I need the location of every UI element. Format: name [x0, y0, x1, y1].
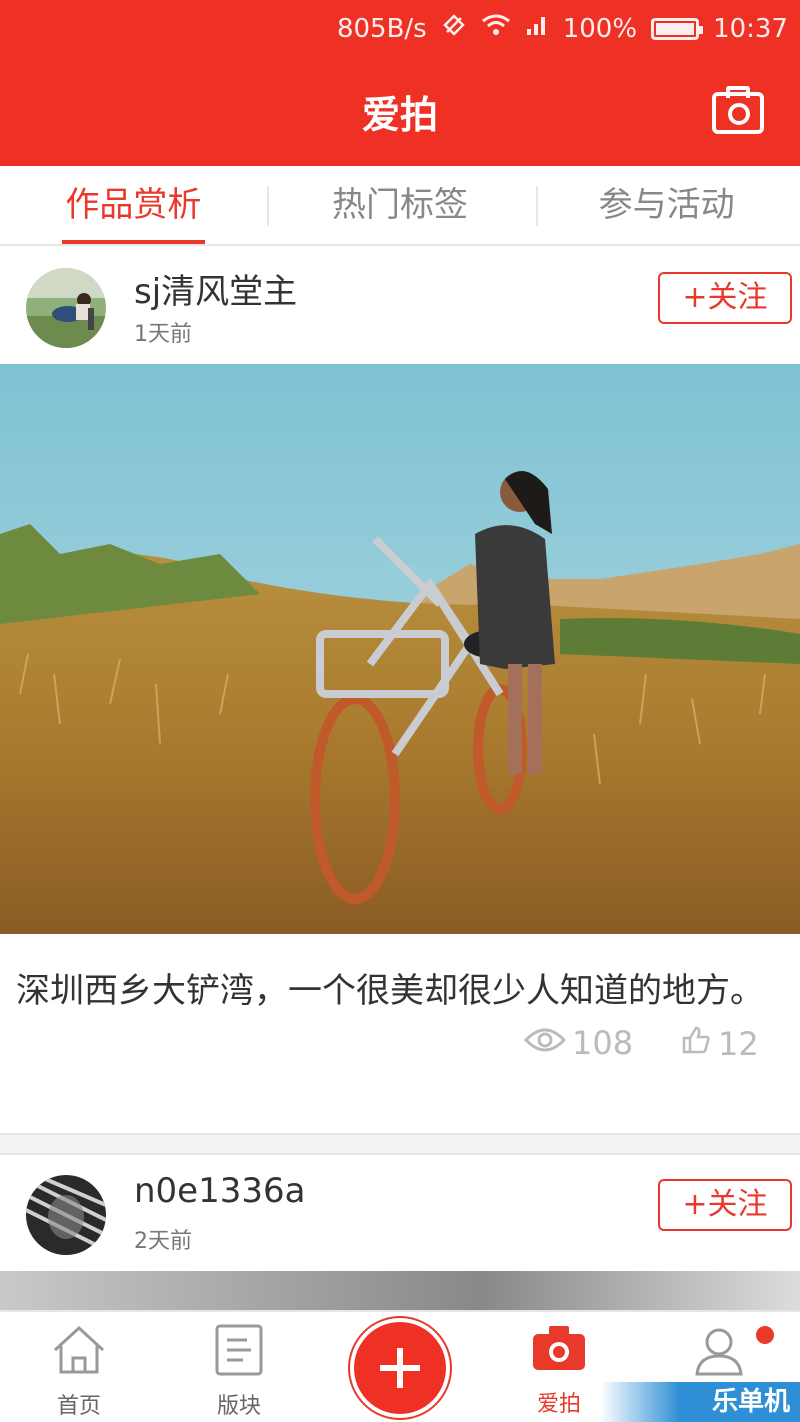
nav-aipai-label: 爱拍	[536, 1392, 581, 1417]
post-stats: 108 12	[0, 1020, 800, 1084]
notification-badge	[756, 1326, 774, 1344]
tab-bar: 作品赏析 热门标签 参与活动	[0, 166, 800, 246]
tab-divider	[536, 186, 538, 226]
add-post-button[interactable]	[354, 1322, 446, 1414]
tab-activities[interactable]: 参与活动	[533, 166, 800, 244]
tab-works[interactable]: 作品赏析	[0, 166, 267, 244]
watermark: 乐单机	[600, 1382, 800, 1422]
nav-boards[interactable]: 版块	[184, 1324, 294, 1420]
status-indicators: 805B/s 100% 10:37	[337, 12, 788, 45]
nav-home[interactable]: 首页	[24, 1324, 134, 1420]
follow-button[interactable]: +关注	[658, 272, 792, 324]
view-count: 108	[523, 1024, 634, 1062]
username[interactable]: sj清风堂主	[134, 264, 297, 313]
view-count-value: 108	[572, 1024, 634, 1062]
thumbs-up-icon[interactable]	[680, 1024, 712, 1064]
post-divider	[0, 1133, 800, 1155]
wifi-icon	[481, 13, 511, 44]
eye-icon	[523, 1024, 567, 1062]
tab-divider	[267, 186, 269, 226]
post-header: n0e1336a 2天前 +关注	[0, 1155, 800, 1271]
username[interactable]: n0e1336a	[134, 1171, 305, 1211]
tab-hot-tags[interactable]: 热门标签	[267, 166, 534, 244]
nav-boards-label: 版块	[216, 1394, 261, 1419]
post-photo[interactable]	[0, 1271, 800, 1311]
boards-icon	[213, 1324, 265, 1382]
post-time: 1天前	[134, 322, 192, 347]
avatar[interactable]	[26, 1175, 106, 1255]
page-title: 爱拍	[361, 93, 438, 137]
like-count[interactable]: 12	[680, 1024, 759, 1064]
nav-aipai[interactable]: 爱拍	[504, 1324, 614, 1418]
nav-home-label: 首页	[56, 1394, 101, 1419]
camera-icon	[531, 1326, 587, 1380]
home-icon	[49, 1325, 109, 1382]
network-speed: 805B/s	[336, 13, 427, 44]
post-caption: 深圳西乡大铲湾，一个很美却很少人知道的地方。	[16, 971, 764, 1011]
rotation-icon	[441, 12, 467, 45]
clock: 10:37	[713, 13, 788, 44]
signal-icon	[525, 13, 549, 44]
post-photo[interactable]	[0, 364, 800, 934]
user-icon	[693, 1328, 745, 1382]
battery-icon	[651, 17, 704, 40]
camera-icon[interactable]	[712, 86, 764, 134]
post-time: 2天前	[134, 1229, 192, 1254]
follow-button[interactable]: +关注	[658, 1179, 792, 1231]
status-bar: 805B/s 100% 10:37	[0, 0, 800, 58]
app-header: 805B/s 100% 10:37 爱拍	[0, 0, 800, 166]
battery-percent: 100%	[562, 13, 638, 44]
post-card: sj清风堂主 1天前 +关注 深圳西乡大铲湾，一个很美却很少人知道的地方。 10…	[0, 248, 800, 1084]
avatar[interactable]	[26, 268, 106, 348]
like-count-value: 12	[718, 1025, 759, 1063]
bottom-nav: 首页 版块 爱拍 乐单机	[0, 1310, 800, 1422]
post-card: n0e1336a 2天前 +关注	[0, 1155, 800, 1311]
post-header: sj清风堂主 1天前 +关注	[0, 248, 800, 364]
